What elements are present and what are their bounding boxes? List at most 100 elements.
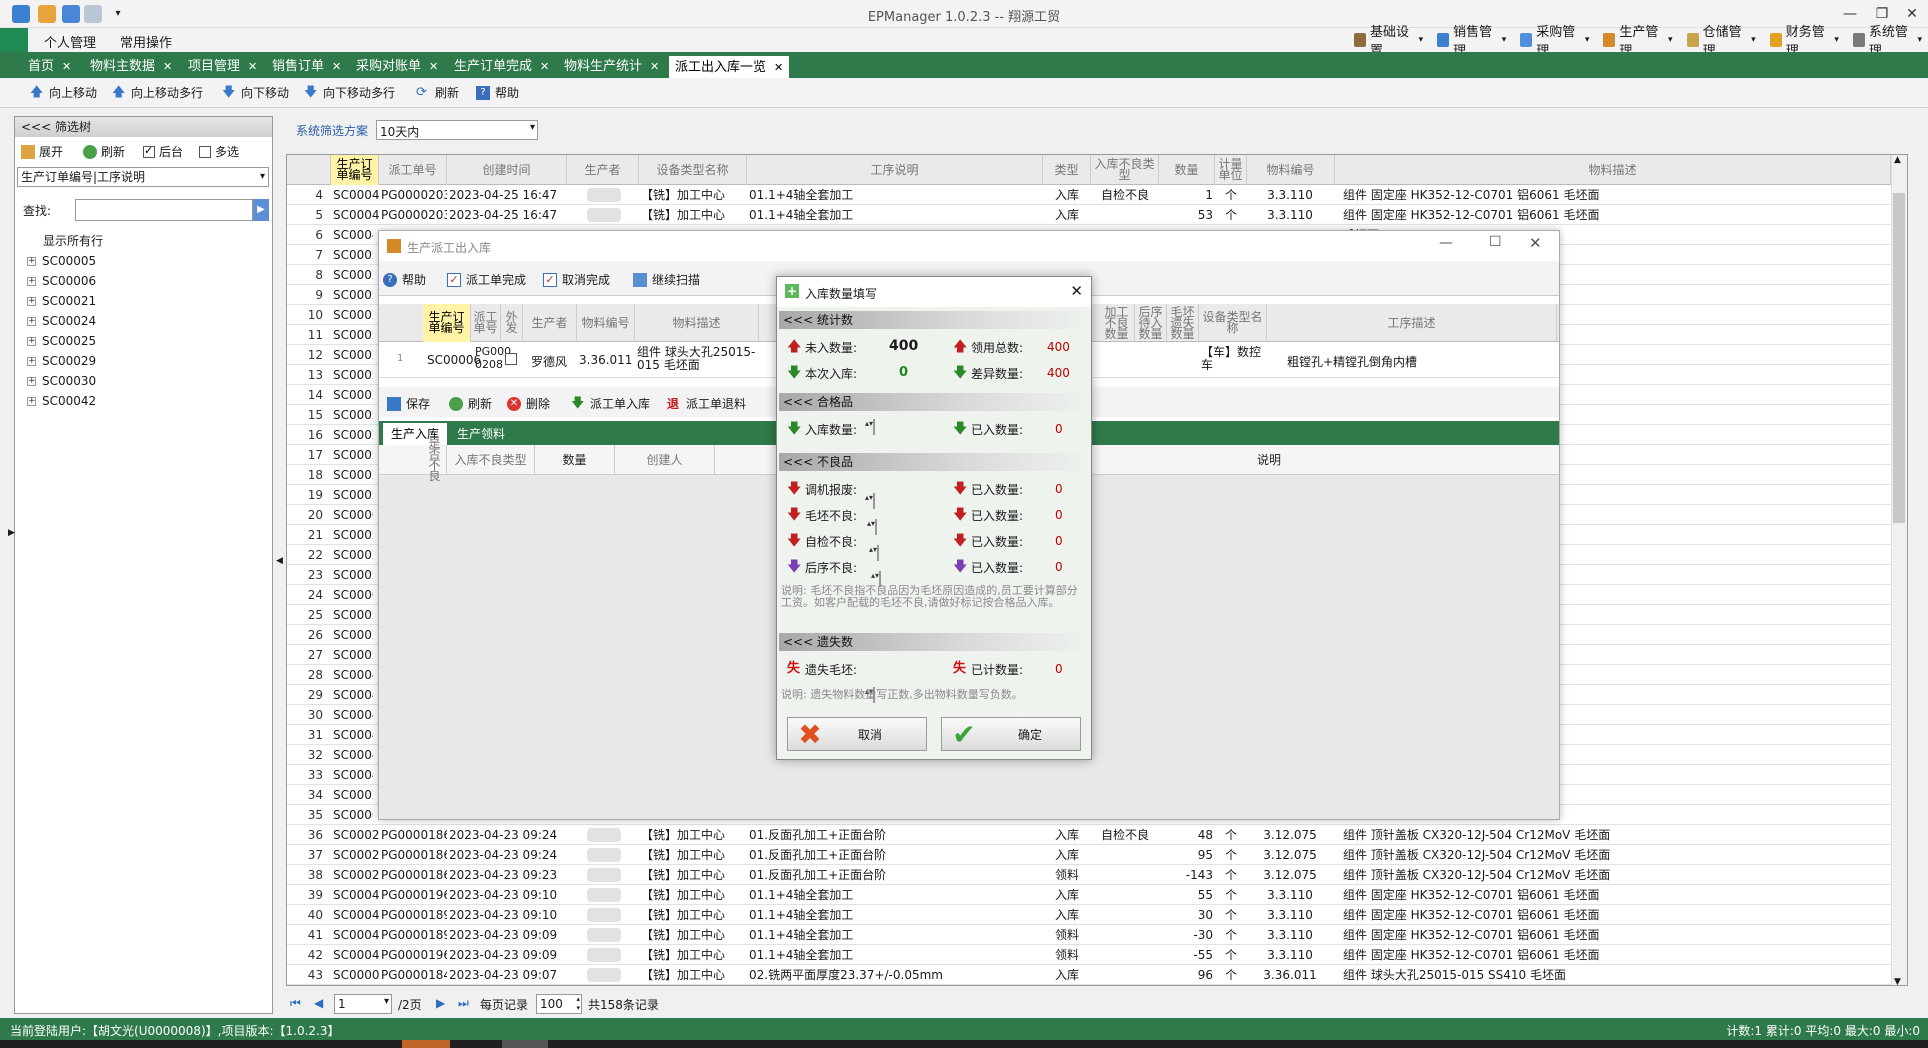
multi-select-checkbox[interactable]: 多选 bbox=[199, 143, 239, 160]
bad-qty-spinner[interactable] bbox=[877, 545, 879, 561]
table-row[interactable]: 38 SC00024PG00001862023-04-23 09:23 【铣】加工中… bbox=[287, 865, 1907, 885]
backend-checkbox[interactable]: 后台 bbox=[143, 143, 183, 160]
col-header[interactable]: 毛坯遗失数量 bbox=[1167, 304, 1199, 342]
dispatch-return-button[interactable]: 退派工单退料 bbox=[667, 395, 746, 412]
col-header[interactable]: 物料编号 bbox=[1247, 155, 1335, 185]
close-icon[interactable]: ✕ bbox=[163, 60, 172, 73]
minimize-button[interactable]: — bbox=[1836, 2, 1864, 26]
first-page-icon[interactable]: ⏮ bbox=[290, 996, 301, 1011]
col-header[interactable]: 创建人 bbox=[615, 445, 715, 475]
tree-item[interactable]: + SC00029 bbox=[27, 351, 267, 371]
col-header[interactable]: 外发 bbox=[501, 304, 523, 342]
col-header[interactable]: 设备类型名称 bbox=[639, 155, 747, 185]
move-down-button[interactable]: 🡇 向下移动 bbox=[222, 84, 289, 101]
prev-page-icon[interactable]: ◀ bbox=[314, 996, 323, 1010]
scroll-up-icon[interactable]: ▲ bbox=[1894, 155, 1901, 165]
tab-dispatch-inout[interactable]: 派工出入库一览 ✕ bbox=[668, 55, 791, 78]
tree-item[interactable]: + SC00030 bbox=[27, 371, 267, 391]
tab-project[interactable]: 项目管理 ✕ bbox=[182, 55, 263, 78]
close-button[interactable]: ✕ bbox=[1529, 234, 1542, 252]
tree-search-input[interactable] bbox=[75, 199, 253, 221]
bad-qty-spinner[interactable] bbox=[875, 519, 877, 535]
col-header[interactable]: 数量 bbox=[535, 445, 615, 475]
col-header[interactable]: 物料编号 bbox=[577, 304, 635, 342]
move-up-button[interactable]: 🡅 向上移动 bbox=[30, 84, 97, 101]
search-go-icon[interactable]: ▶ bbox=[253, 199, 269, 221]
menu-personal[interactable]: 个人管理 bbox=[44, 32, 96, 51]
in-qty-spinner[interactable] bbox=[873, 419, 875, 435]
col-header[interactable]: 数量 bbox=[1159, 155, 1215, 185]
table-row[interactable]: 4 SC00042PG00002032023-04-25 16:47 【铣】加工中心… bbox=[287, 185, 1907, 205]
expand-button[interactable]: 展开 bbox=[21, 143, 63, 160]
page-number-select[interactable]: 1 ▾ bbox=[334, 994, 392, 1014]
delete-button[interactable]: ✕ 删除 bbox=[507, 395, 550, 412]
tab-sales-order[interactable]: 销售订单 ✕ bbox=[266, 55, 347, 78]
table-row[interactable]: 42 SC00042PG00001962023-04-23 09:09 【铣】加工中… bbox=[287, 945, 1907, 965]
close-icon[interactable]: ✕ bbox=[650, 60, 659, 73]
continue-scan-button[interactable]: 继续扫描 bbox=[633, 271, 700, 288]
move-up-multi-button[interactable]: 🡅 向上移动多行 bbox=[112, 84, 203, 101]
close-button[interactable]: ✕ bbox=[1070, 282, 1083, 300]
col-header[interactable]: 加工不良数量 bbox=[1099, 304, 1135, 342]
col-header[interactable]: 派工单号 bbox=[471, 304, 501, 342]
col-header[interactable]: 生产者 bbox=[523, 304, 577, 342]
help-button[interactable]: ? 帮助 bbox=[476, 84, 519, 101]
filter-tree-header[interactable]: <<< 筛选树 bbox=[15, 117, 272, 137]
refresh-button[interactable]: ⟳ 刷新 bbox=[416, 84, 459, 101]
left-edge-expand-icon[interactable]: ▶ bbox=[8, 528, 15, 538]
bad-qty-spinner[interactable] bbox=[873, 493, 875, 509]
menu-common[interactable]: 常用操作 bbox=[120, 32, 172, 51]
grid-vertical-scrollbar[interactable]: ▲ ▼ bbox=[1891, 155, 1907, 985]
filter-scheme-select[interactable]: 10天内 ▾ bbox=[376, 120, 538, 140]
tab-material-stats[interactable]: 物料生产统计 ✕ bbox=[558, 55, 665, 78]
tab-production-picking[interactable]: 生产领料 bbox=[451, 423, 511, 445]
scroll-down-icon[interactable]: ▼ bbox=[1894, 977, 1901, 985]
col-header[interactable]: 设备类型名称 bbox=[1199, 304, 1267, 342]
page-size-spinner[interactable]: 100 ▴ ▾ bbox=[536, 994, 582, 1014]
close-icon[interactable]: ✕ bbox=[332, 60, 341, 73]
col-header[interactable]: 工序说明 bbox=[747, 155, 1043, 185]
col-header[interactable]: 物料描述 bbox=[635, 304, 759, 342]
minimize-button[interactable]: — bbox=[1439, 235, 1453, 251]
table-row[interactable]: 43 SC00006PG00001842023-04-23 09:07 【铣】加工中… bbox=[287, 965, 1907, 985]
maximize-button[interactable]: ☐ bbox=[1489, 234, 1502, 250]
tree-refresh-button[interactable]: 刷新 bbox=[83, 143, 125, 160]
tree-item[interactable]: + SC00005 bbox=[27, 251, 267, 271]
tree-item[interactable]: + SC00025 bbox=[27, 331, 267, 351]
close-icon[interactable]: ✕ bbox=[429, 60, 438, 73]
expand-node-icon[interactable]: + bbox=[27, 356, 36, 366]
dispatch-complete-button[interactable]: ✓ 派工单完成 bbox=[447, 271, 526, 288]
chevron-down-icon[interactable]: ▾ bbox=[260, 168, 265, 186]
menu-system[interactable]: 系统管理▾ bbox=[1847, 25, 1928, 59]
col-header[interactable]: 类型 bbox=[1043, 155, 1091, 185]
col-header[interactable]: 派工单号 bbox=[379, 155, 447, 185]
confirm-button[interactable]: ✔ 确定 bbox=[941, 717, 1081, 751]
table-row[interactable]: 36 SC00024PG00001862023-04-23 09:24 【铣】加工中… bbox=[287, 825, 1907, 845]
menu-purchase[interactable]: 采购管理▾ bbox=[1514, 25, 1595, 59]
tab-home[interactable]: 首页 ✕ bbox=[22, 55, 77, 78]
menu-finance[interactable]: 财务管理▾ bbox=[1764, 25, 1845, 59]
cancel-button[interactable]: ✖ 取消 bbox=[787, 717, 927, 751]
tree-item[interactable]: + SC00042 bbox=[27, 391, 267, 411]
table-row[interactable]: 39 SC00042PG00001962023-04-23 09:10 【铣】加工中… bbox=[287, 885, 1907, 905]
cancel-complete-button[interactable]: ✓ 取消完成 bbox=[543, 271, 610, 288]
col-header[interactable]: 入库不良类型 bbox=[447, 445, 535, 475]
chevron-down-icon[interactable]: ▾ bbox=[530, 122, 535, 133]
tree-item-all[interactable]: 显示所有行 bbox=[27, 231, 267, 251]
tree-item[interactable]: + SC00024 bbox=[27, 311, 267, 331]
close-icon[interactable]: ✕ bbox=[62, 60, 71, 73]
next-page-icon[interactable]: ▶ bbox=[436, 996, 445, 1010]
col-header[interactable]: 创建时间 bbox=[447, 155, 567, 185]
col-header[interactable]: 生产订单编号 bbox=[331, 155, 379, 185]
col-header[interactable]: 生产订单编号 bbox=[423, 304, 471, 342]
menu-sales[interactable]: 销售管理▾ bbox=[1431, 25, 1512, 59]
menu-production[interactable]: 生产管理▾ bbox=[1597, 25, 1678, 59]
help-button[interactable]: ? 帮助 bbox=[383, 271, 426, 288]
close-icon[interactable]: ✕ bbox=[774, 61, 783, 74]
expand-node-icon[interactable]: + bbox=[27, 256, 36, 266]
col-header[interactable]: 是否不良 bbox=[423, 437, 447, 482]
table-row[interactable]: 37 SC00024PG00001862023-04-23 09:24 【铣】加工中… bbox=[287, 845, 1907, 865]
col-header[interactable]: 计量单位 bbox=[1215, 155, 1247, 185]
col-header[interactable]: 工序描述 bbox=[1267, 304, 1557, 342]
expand-node-icon[interactable]: + bbox=[27, 396, 36, 406]
